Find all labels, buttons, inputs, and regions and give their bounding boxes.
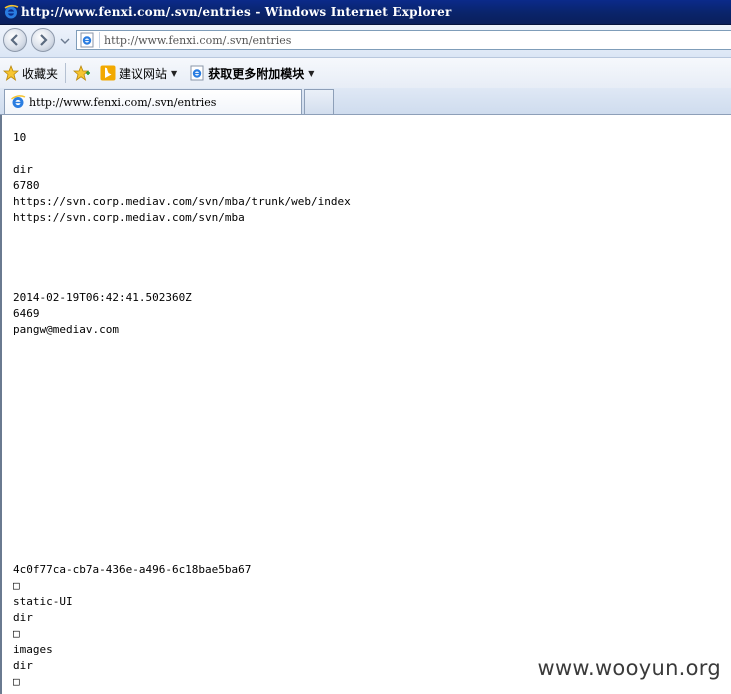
new-tab-button[interactable]	[304, 89, 334, 114]
address-bar[interactable]	[76, 30, 731, 50]
forward-button[interactable]	[31, 28, 55, 52]
text-line	[13, 450, 351, 466]
text-line	[13, 498, 351, 514]
recent-pages-dropdown-icon[interactable]	[60, 36, 70, 46]
text-line: pangw@mediav.com	[13, 323, 119, 336]
text-line: static-UI	[13, 595, 73, 608]
text-line	[13, 530, 351, 546]
address-input[interactable]	[104, 33, 664, 47]
text-line	[13, 466, 351, 482]
tab-strip: http://www.fenxi.com/.svn/entries	[0, 88, 731, 115]
tab-title: http://www.fenxi.com/.svn/entries	[29, 95, 217, 109]
text-line: 6780	[13, 179, 40, 192]
page-content[interactable]: 10 dir 6780 https://svn.corp.mediav.com/svn…	[0, 115, 731, 694]
text-line	[13, 354, 351, 370]
get-more-addons-label: 获取更多附加模块	[208, 66, 305, 81]
text-line: images	[13, 643, 53, 656]
chevron-down-icon: ▼	[171, 68, 178, 78]
get-more-addons-button[interactable]: 获取更多附加模块 ▼	[186, 61, 317, 85]
arrow-left-icon	[10, 34, 18, 46]
navigation-bar	[0, 25, 731, 58]
favorites-button[interactable]: 收藏夹	[0, 61, 61, 85]
text-line: dir	[13, 611, 33, 624]
favorites-divider	[65, 63, 67, 83]
text-line	[13, 514, 351, 530]
text-line	[13, 146, 351, 162]
text-line: □	[13, 675, 20, 688]
text-line: 2014-02-19T06:42:41.502360Z	[13, 291, 192, 304]
tab-entries[interactable]: http://www.fenxi.com/.svn/entries	[4, 89, 302, 114]
window-title: http://www.fenxi.com/.svn/entries - Wind…	[21, 5, 452, 19]
text-line: 6469	[13, 307, 40, 320]
text-line	[13, 242, 351, 258]
ie-logo-icon	[4, 4, 19, 19]
address-separator	[99, 32, 100, 48]
text-line: https://svn.corp.mediav.com/svn/mba	[13, 211, 245, 224]
text-line: dir	[13, 659, 33, 672]
ie-addons-icon	[190, 65, 204, 81]
suggested-sites-label: 建议网站	[119, 66, 168, 81]
ie-page-icon	[11, 95, 26, 108]
arrow-right-icon	[40, 34, 48, 46]
entries-file-text: 10 dir 6780 https://svn.corp.mediav.com/svn…	[13, 130, 351, 694]
text-line	[13, 418, 351, 434]
text-line	[13, 482, 351, 498]
text-line	[13, 370, 351, 386]
page-icon	[80, 32, 94, 48]
bing-icon	[100, 65, 116, 81]
title-bar[interactable]: http://www.fenxi.com/.svn/entries - Wind…	[0, 0, 731, 25]
text-line	[13, 274, 351, 290]
text-line	[13, 386, 351, 402]
text-line	[13, 258, 351, 274]
suggested-sites-button[interactable]: 建议网站 ▼	[97, 61, 180, 85]
text-line	[13, 226, 351, 242]
chevron-down-icon: ▼	[308, 68, 315, 78]
text-line: dir	[13, 163, 33, 176]
watermark: www.wooyun.org	[537, 656, 721, 680]
text-line: css	[13, 690, 351, 694]
text-line: 4c0f77ca-cb7a-436e-a496-6c18bae5ba67	[13, 563, 252, 576]
favorites-label: 收藏夹	[22, 66, 59, 81]
text-line: □	[13, 627, 20, 640]
text-line	[13, 434, 351, 450]
text-line: 10	[13, 131, 27, 144]
text-line	[13, 338, 351, 354]
text-line	[13, 546, 351, 562]
add-to-favorites-bar-button[interactable]	[70, 61, 97, 85]
text-line	[13, 402, 351, 418]
star-icon	[3, 65, 19, 81]
favorites-bar: 收藏夹 建议网站 ▼ 获取更多附加模块 ▼	[0, 58, 731, 89]
text-line: □	[13, 579, 20, 592]
text-line: https://svn.corp.mediav.com/svn/mba/trun…	[13, 195, 351, 208]
add-favorite-star-icon	[73, 65, 91, 81]
back-button[interactable]	[3, 28, 27, 52]
